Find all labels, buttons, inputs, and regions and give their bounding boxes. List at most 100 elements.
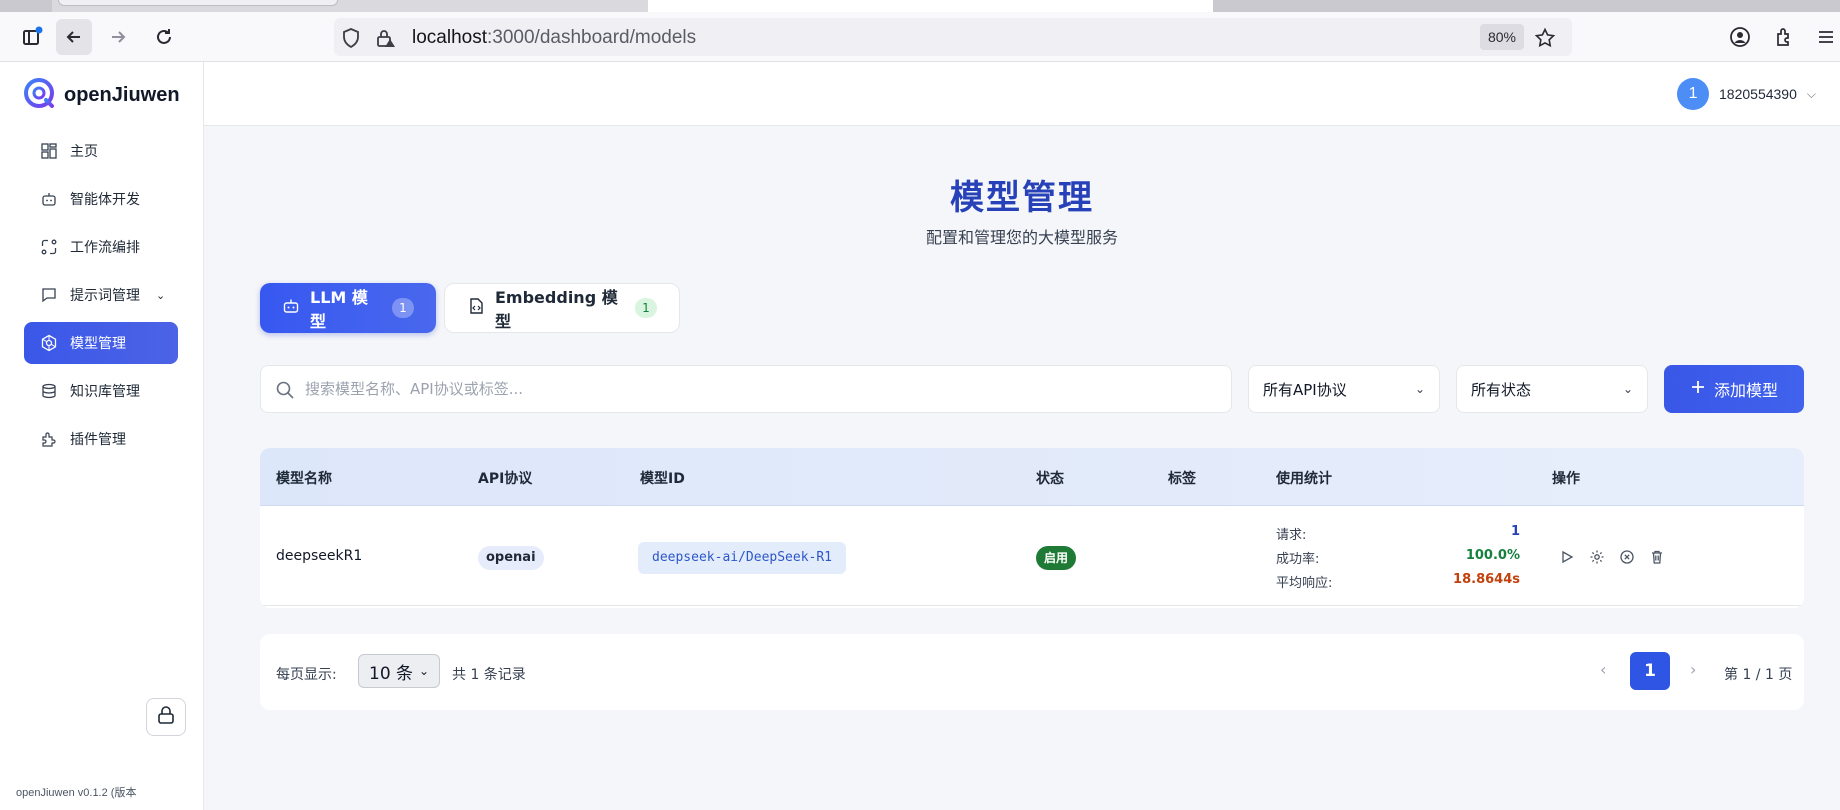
model-name: deepseekR1 [276, 548, 363, 564]
column-header: API协议 [478, 471, 533, 487]
stat-label: 请求: [1276, 528, 1307, 543]
workflow-icon [40, 238, 58, 256]
column-header: 操作 [1552, 471, 1580, 487]
tab-strip-right [1213, 0, 1840, 12]
menu-icon[interactable] [1812, 19, 1840, 55]
play-icon[interactable] [1558, 548, 1576, 566]
status-filter[interactable]: 所有状态 ⌄ [1456, 365, 1648, 413]
user-menu[interactable]: 1 1820554390 ⌵ [1677, 78, 1816, 110]
tab-strip-mid [648, 0, 1213, 12]
sidebar-item-label: 插件管理 [70, 432, 126, 448]
table-header: 模型名称 API协议 模型ID 状态 标签 使用统计 操作 [260, 448, 1804, 506]
insecure-lock-icon[interactable] [374, 27, 396, 53]
trash-icon[interactable] [1648, 548, 1666, 566]
add-model-button[interactable]: 添加模型 [1664, 365, 1804, 413]
reload-icon[interactable] [146, 19, 182, 55]
model-id-badge: deepseek-ai/DeepSeek-R1 [638, 542, 847, 574]
url-bar[interactable]: localhost:3000/dashboard/models 80% [334, 18, 1572, 56]
sidebar-toggle-icon[interactable] [14, 19, 50, 55]
stat-label: 成功率: [1276, 552, 1320, 567]
chevron-down-icon: ⌄ [1414, 382, 1425, 396]
sidebar-item-label: 工作流编排 [70, 240, 140, 256]
version-text: openJiuwen v0.1.2 (版本 [16, 787, 137, 799]
sidebar-item-models[interactable]: 模型管理 [24, 322, 178, 364]
requests-value: 1 [1510, 524, 1520, 539]
disable-icon[interactable] [1618, 548, 1636, 566]
api-protocol-filter[interactable]: 所有API协议 ⌄ [1248, 365, 1440, 413]
chevron-down-icon: ⌄ [1622, 382, 1633, 396]
openjiuwen-logo-icon [22, 76, 56, 114]
status-badge[interactable]: 启用 [1036, 546, 1077, 570]
tab-llm[interactable]: LLM 模型 1 [260, 283, 436, 333]
sidebar-item-label: 知识库管理 [70, 384, 140, 400]
column-header: 状态 [1036, 471, 1064, 487]
tab-count-badge: 1 [392, 298, 414, 318]
account-icon[interactable] [1722, 19, 1758, 55]
chat-icon [40, 286, 58, 304]
main-content: 模型管理 配置和管理您的大模型服务 LLM 模型 1 Embedding 模型 … [204, 126, 1840, 810]
tab-embedding[interactable]: Embedding 模型 1 [444, 283, 680, 333]
forward-icon[interactable] [100, 19, 136, 55]
prev-page-icon[interactable]: ‹ [1600, 660, 1606, 679]
row-actions [1558, 548, 1666, 566]
plus-icon [1690, 379, 1706, 399]
page-title: 模型管理 [950, 178, 1094, 218]
robot-icon [282, 297, 300, 319]
sidebar-item-plugins[interactable]: 插件管理 [24, 418, 178, 460]
chevron-down-icon: ⌄ [156, 288, 166, 302]
model-icon [40, 334, 58, 352]
chevron-down-icon[interactable]: ⌵ [1807, 87, 1816, 102]
sidebar-item-home[interactable]: 主页 [24, 130, 178, 172]
column-header: 模型ID [640, 471, 685, 487]
sidebar-item-label: 模型管理 [70, 336, 126, 352]
bookmark-star-icon[interactable] [1534, 27, 1556, 53]
sidebar-item-workflow[interactable]: 工作流编排 [24, 226, 178, 268]
url-host: localhost [412, 27, 487, 48]
brand-logo[interactable]: openJiuwen [22, 76, 180, 114]
shield-icon[interactable] [340, 27, 362, 53]
browser-tab[interactable] [58, 0, 338, 6]
chevron-down-icon: ⌄ [418, 664, 429, 678]
column-header: 标签 [1168, 471, 1196, 487]
next-page-icon[interactable]: › [1690, 660, 1696, 679]
brand-name: openJiuwen [64, 83, 180, 106]
table-row: deepseekR1 openai deepseek-ai/DeepSeek-R… [260, 506, 1804, 606]
browser-navbar: localhost:3000/dashboard/models 80% [0, 12, 1840, 62]
total-records: 共 1 条记录 [452, 667, 526, 683]
pagination: 每页显示: 10 条 ⌄ 共 1 条记录 ‹ 1 › 第 1 / 1 页 [260, 634, 1804, 710]
browser-tab-strip [0, 0, 1840, 12]
sidebar-item-label: 提示词管理 [70, 288, 140, 304]
select-value: 所有状态 [1471, 380, 1532, 399]
search-box[interactable] [260, 365, 1232, 413]
lock-button[interactable] [146, 698, 186, 736]
stat-label: 平均响应: [1276, 576, 1333, 591]
sidebar-item-prompts[interactable]: 提示词管理 ⌄ [24, 274, 178, 316]
app-header: 1 1820554390 ⌵ [204, 62, 1840, 126]
models-table: 模型名称 API协议 模型ID 状态 标签 使用统计 操作 deepseekR1… [260, 448, 1804, 608]
tab-strip-left [0, 0, 52, 12]
url-text[interactable]: localhost:3000/dashboard/models [412, 27, 696, 49]
per-page-label: 每页显示: [276, 667, 337, 683]
database-icon [40, 382, 58, 400]
sidebar-item-agent[interactable]: 智能体开发 [24, 178, 178, 220]
page-info: 第 1 / 1 页 [1724, 667, 1793, 683]
sidebar-item-knowledge[interactable]: 知识库管理 [24, 370, 178, 412]
search-icon [275, 380, 295, 404]
avatar[interactable]: 1 [1677, 78, 1710, 110]
sidebar-item-label: 智能体开发 [70, 192, 140, 208]
button-label: 添加模型 [1713, 381, 1778, 400]
file-code-icon [467, 297, 485, 319]
current-page-button[interactable]: 1 [1630, 652, 1670, 690]
select-value: 10 条 [369, 663, 414, 684]
grid-icon [40, 142, 58, 160]
username[interactable]: 1820554390 [1719, 86, 1797, 102]
search-input[interactable] [305, 366, 1205, 412]
per-page-select[interactable]: 10 条 ⌄ [358, 654, 440, 688]
column-header: 模型名称 [276, 471, 332, 487]
settings-icon[interactable] [1588, 548, 1606, 566]
zoom-level[interactable]: 80% [1480, 24, 1524, 50]
back-icon[interactable] [56, 19, 92, 55]
tab-label: LLM 模型 [310, 288, 368, 331]
sidebar-item-label: 主页 [70, 144, 98, 160]
extensions-icon[interactable] [1766, 19, 1802, 55]
